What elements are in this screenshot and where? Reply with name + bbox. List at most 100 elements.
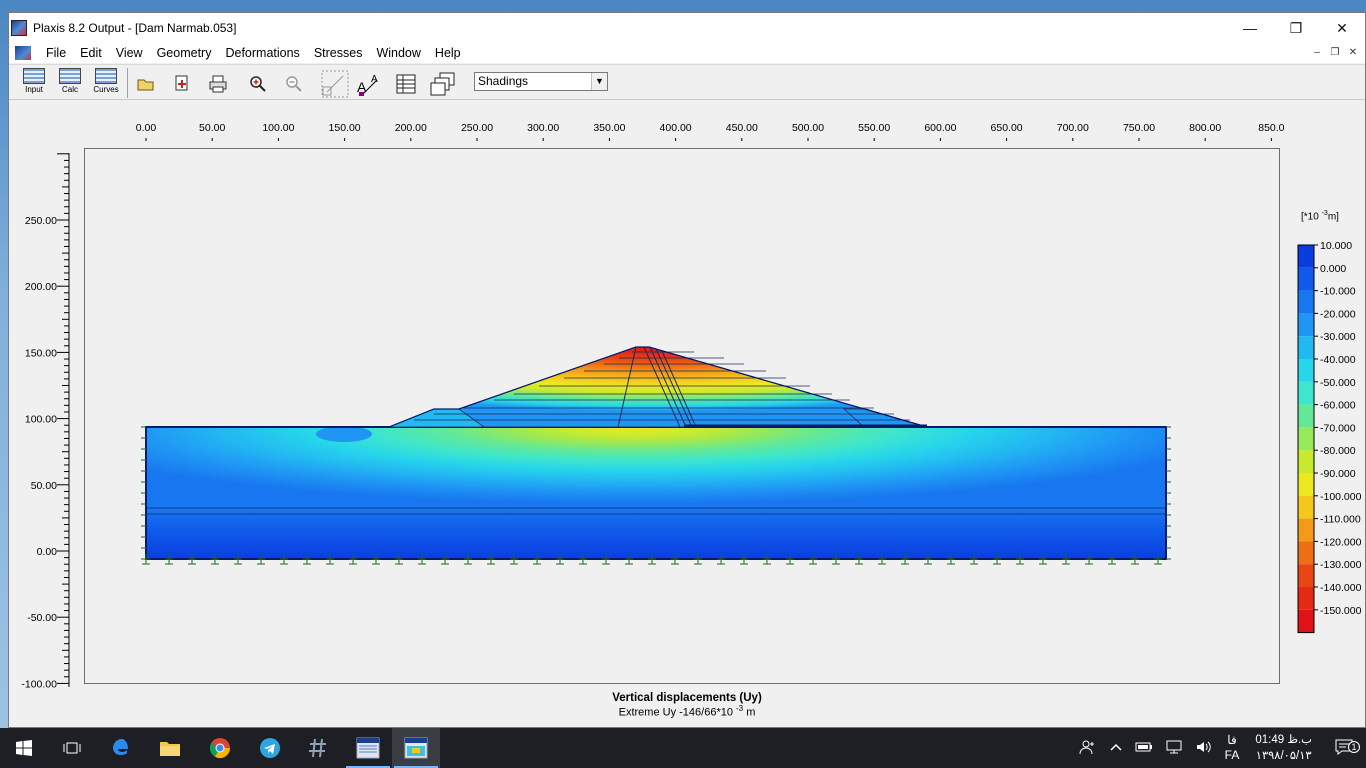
- ruler-x-label: 550.00: [858, 122, 890, 134]
- plaxis-input-taskbar-button[interactable]: [344, 728, 392, 768]
- calc-program-button[interactable]: Calc: [53, 68, 87, 98]
- window-title: Plaxis 8.2 Output - [Dam Narmab.053]: [33, 21, 237, 35]
- legend-swatch: [1298, 495, 1314, 519]
- legend-swatch: [1298, 267, 1314, 291]
- clock-date: ۱۳۹۸/۰۵/۱۳: [1255, 750, 1312, 762]
- title-bar[interactable]: Plaxis 8.2 Output - [Dam Narmab.053] — ❐…: [9, 13, 1365, 43]
- notification-badge: 1: [1348, 740, 1360, 753]
- legend-swatch: [1298, 450, 1314, 473]
- menu-stresses[interactable]: Stresses: [307, 46, 370, 60]
- start-button[interactable]: [0, 728, 48, 768]
- menu-help[interactable]: Help: [428, 46, 468, 60]
- document-icon[interactable]: [15, 46, 31, 60]
- legend-label: -100.000: [1320, 491, 1362, 503]
- ruler-x-label: 50.00: [199, 122, 225, 134]
- menu-deformations[interactable]: Deformations: [218, 46, 306, 60]
- system-tray: فا FA 01:49 ب.ظ ۱۳۹۸/۰۵/۱۳ 1: [1073, 728, 1366, 768]
- legend-swatch: [1298, 564, 1314, 587]
- view-type-select[interactable]: Shadings ▼: [474, 72, 608, 91]
- text-size-icon[interactable]: AA: [357, 73, 385, 96]
- legend-label: -80.000: [1320, 445, 1356, 457]
- svg-text:A: A: [371, 74, 378, 85]
- legend-swatch: [1298, 245, 1314, 268]
- legend-label: -40.000: [1320, 354, 1356, 366]
- ruler-x-label: 200.00: [395, 122, 427, 134]
- plot-status: Vertical displacements (Uy) Extreme Uy -…: [9, 689, 1365, 729]
- menu-view[interactable]: View: [109, 46, 150, 60]
- ruler-y-label: 100.00: [25, 414, 57, 426]
- legend-label: -70.000: [1320, 422, 1356, 434]
- plaxis-input-icon: [23, 68, 45, 84]
- telegram-icon: [260, 738, 280, 758]
- legend-label: 0.000: [1320, 263, 1346, 275]
- windows-taskbar: فا FA 01:49 ب.ظ ۱۳۹۸/۰۵/۱۳ 1: [0, 728, 1366, 768]
- legend-swatch: [1298, 587, 1314, 610]
- ruler-x-label: 750.00: [1123, 122, 1155, 134]
- child-minimize-button[interactable]: –: [1309, 45, 1325, 60]
- ruler-x-label: 850.0: [1258, 122, 1284, 134]
- telegram-button[interactable]: [246, 728, 294, 768]
- people-icon[interactable]: [1073, 739, 1103, 758]
- zoom-in-icon[interactable]: [247, 73, 269, 95]
- legend-swatch: [1298, 290, 1314, 314]
- input-program-button[interactable]: Input: [17, 68, 51, 98]
- plaxis-output-taskbar-button[interactable]: [392, 728, 440, 768]
- menu-file[interactable]: File: [39, 46, 73, 60]
- horizontal-ruler: 0.00 50.00 100.00 150.00 200.00 250.00 300.00 3…: [136, 122, 1285, 141]
- language-indicator[interactable]: فا FA: [1219, 733, 1246, 763]
- chevron-up-icon[interactable]: [1103, 741, 1129, 755]
- ruler-x-label: 500.00: [792, 122, 824, 134]
- plaxis-input-icon: [356, 737, 380, 759]
- legend-swatch: [1298, 313, 1314, 337]
- menu-bar: File Edit View Geometry Deformations Str…: [9, 43, 1365, 63]
- chrome-button[interactable]: [196, 728, 244, 768]
- menu-edit[interactable]: Edit: [73, 46, 109, 60]
- toolbar: Input Calc Curves AA Shadings ▼: [9, 64, 1365, 100]
- ruler-x-label: 400.00: [660, 122, 692, 134]
- plaxis-app-icon[interactable]: [11, 20, 27, 36]
- minimize-button[interactable]: —: [1227, 13, 1273, 43]
- file-explorer-button[interactable]: [146, 728, 194, 768]
- foundation-base-layer: [146, 427, 1166, 559]
- menu-window[interactable]: Window: [369, 46, 427, 60]
- legend-label: -60.000: [1320, 400, 1356, 412]
- displacement-plot[interactable]: [84, 148, 1280, 684]
- export-icon[interactable]: [171, 73, 193, 95]
- menu-geometry[interactable]: Geometry: [150, 46, 219, 60]
- child-restore-button[interactable]: ❐: [1327, 45, 1343, 60]
- ruler-y-label: -100.00: [21, 678, 57, 689]
- network-icon[interactable]: [1159, 739, 1189, 758]
- legend-swatch: [1298, 518, 1314, 542]
- close-button[interactable]: ✕: [1319, 13, 1365, 43]
- ruler-y-label: 200.00: [25, 281, 57, 293]
- task-view-button[interactable]: [48, 728, 96, 768]
- select-icon[interactable]: [321, 70, 349, 98]
- legend-swatch: [1298, 404, 1314, 428]
- table-icon[interactable]: [395, 73, 417, 95]
- ruler-x-label: 100.00: [262, 122, 294, 134]
- print-icon[interactable]: [207, 73, 229, 95]
- notification-center-button[interactable]: 1: [1322, 738, 1366, 759]
- hash-app-button[interactable]: [294, 728, 342, 768]
- edge-button[interactable]: [98, 728, 146, 768]
- battery-icon[interactable]: [1129, 741, 1159, 756]
- open-icon[interactable]: [135, 73, 157, 95]
- child-close-button[interactable]: ✕: [1345, 45, 1361, 60]
- legend-colorbar: 10.000 0.000 -10.000 -20.000 -30.000 -40.000 -…: [1297, 240, 1362, 634]
- curves-program-button[interactable]: Curves: [89, 68, 123, 98]
- volume-icon[interactable]: [1189, 739, 1219, 758]
- view-type-value: Shadings: [478, 74, 529, 88]
- legend-label: -140.000: [1320, 582, 1362, 594]
- zoom-out-icon[interactable]: [283, 73, 305, 95]
- legend-label: -20.000: [1320, 308, 1356, 320]
- legend-label: 10.000: [1320, 240, 1352, 252]
- ruler-y-label: -50.00: [27, 612, 57, 624]
- copy-icon[interactable]: [429, 72, 457, 96]
- ruler-x-label: 450.00: [726, 122, 758, 134]
- clock[interactable]: 01:49 ب.ظ ۱۳۹۸/۰۵/۱۳: [1245, 732, 1322, 764]
- plaxis-calc-icon: [59, 68, 81, 84]
- ruler-x-label: 650.00: [991, 122, 1023, 134]
- chrome-icon: [209, 738, 231, 759]
- chevron-down-icon[interactable]: ▼: [591, 73, 607, 90]
- maximize-button[interactable]: ❐: [1273, 13, 1319, 43]
